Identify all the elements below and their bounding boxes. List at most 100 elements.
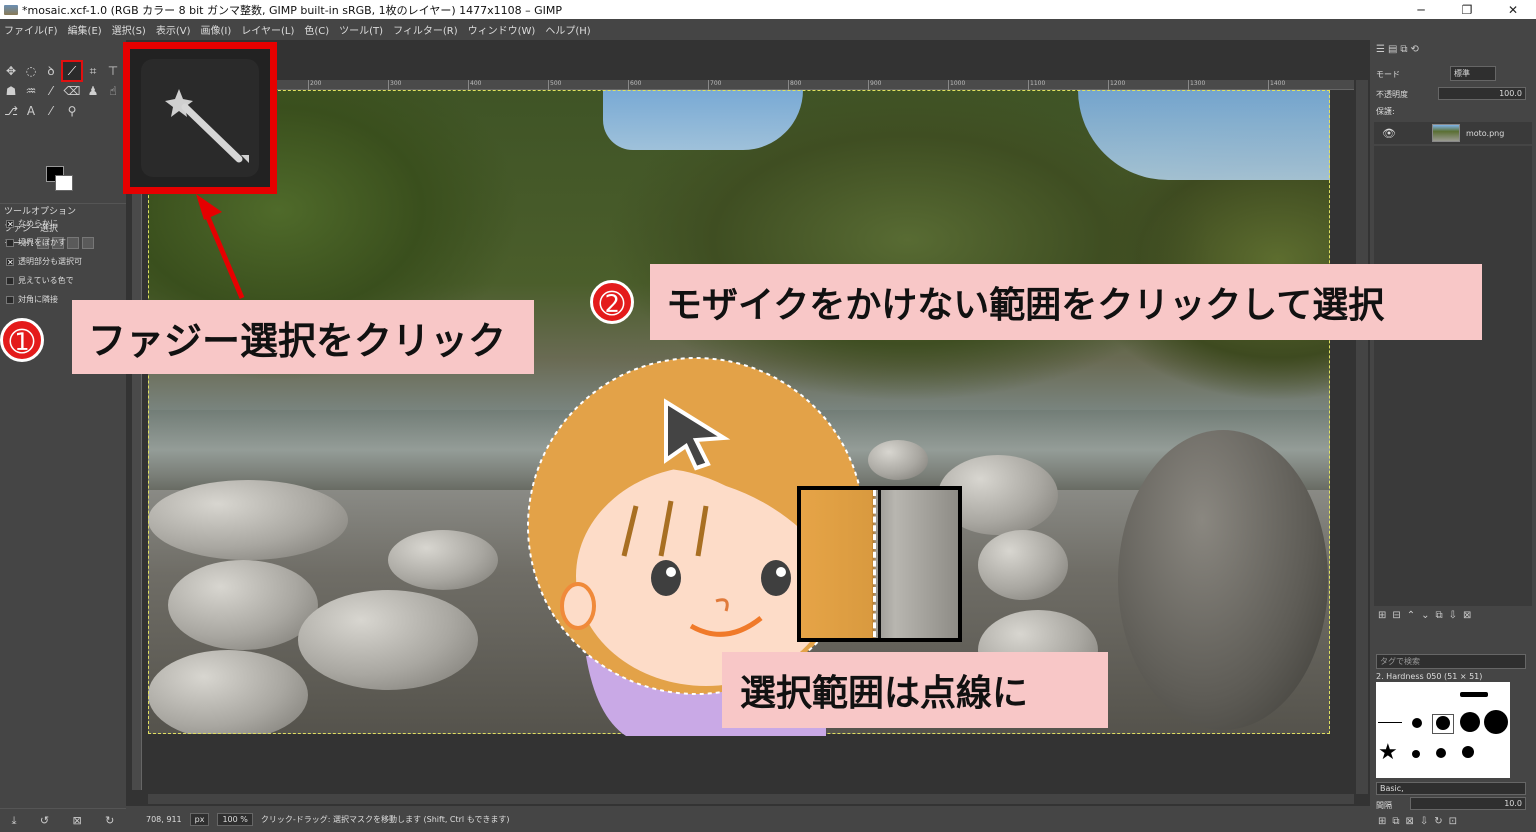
select-transparent-checkbox[interactable]: ✕ xyxy=(6,257,14,266)
menu-tools[interactable]: ツール(T) xyxy=(339,22,383,37)
brush-tag-search[interactable]: タグで検索 xyxy=(1376,654,1526,669)
menu-select[interactable]: 選択(S) xyxy=(112,22,146,37)
menu-edit[interactable]: 編集(E) xyxy=(68,22,102,37)
eraser-tool-icon[interactable]: ⌫ xyxy=(63,82,81,100)
brush-item[interactable] xyxy=(1460,712,1480,732)
brush-actions[interactable]: ⊞⧉⊠⇩↻⊡ xyxy=(1378,816,1463,827)
restore-options-icon[interactable]: ↺ xyxy=(40,814,49,827)
zoom-select[interactable]: 100 % xyxy=(217,812,253,826)
toolbox-panel: ✥ ◌ ꝺ ⟋ ⌗ ⊤ ☗ ♒ ⁄ ⌫ ♟ ☝ ⎇ A ⁄ ⚲ ツールオプション… xyxy=(0,40,126,832)
color-picker-tool-icon[interactable]: ⁄ xyxy=(42,102,60,120)
star-brush-icon[interactable]: ★ xyxy=(1378,742,1400,764)
menu-image[interactable]: 画像(I) xyxy=(201,22,232,37)
ruler-tick: 900 xyxy=(868,80,881,90)
option-diagonal[interactable]: 対角に隣接 xyxy=(6,294,58,305)
toolbox-bottom-bar: ⤓ ↺ ⊠ ↻ xyxy=(0,808,126,832)
brush-item[interactable] xyxy=(1484,710,1508,734)
ruler-tick: 1300 xyxy=(1188,80,1205,90)
option-antialias[interactable]: ✕ なめらかに xyxy=(6,218,58,229)
rock xyxy=(388,530,498,590)
paintbrush-tool-icon[interactable]: ⁄ xyxy=(42,82,60,100)
mode-subtract-button[interactable] xyxy=(67,236,80,249)
brush-item[interactable] xyxy=(1460,692,1488,697)
reset-options-icon[interactable]: ↻ xyxy=(105,814,114,827)
menu-colors[interactable]: 色(C) xyxy=(304,22,329,37)
sample-merged-label: 見えている色で xyxy=(18,276,74,285)
brush-preset-select[interactable]: Basic, xyxy=(1376,782,1526,795)
menu-layer[interactable]: レイヤー(L) xyxy=(241,22,294,37)
rock xyxy=(1118,430,1328,730)
brush-item[interactable] xyxy=(1436,748,1446,758)
fuzzy-select-large-icon xyxy=(141,59,259,177)
bucket-fill-tool-icon[interactable]: ♒ xyxy=(22,82,40,100)
save-options-icon[interactable]: ⤓ xyxy=(12,814,17,828)
brush-item[interactable] xyxy=(1412,718,1422,728)
brush-item[interactable] xyxy=(1462,746,1474,758)
right-dock: ☰▤⧉⟲ モード 標準 不透明度 100.0 保護: 👁 moto.png ⊞⊟… xyxy=(1370,40,1536,832)
unit-select[interactable]: px xyxy=(189,812,210,826)
horizontal-scrollbar[interactable] xyxy=(148,794,1354,804)
ruler-tick: 400 xyxy=(468,80,481,90)
menu-view[interactable]: 表示(V) xyxy=(156,22,191,37)
opacity-field[interactable]: 100.0 xyxy=(1438,87,1526,100)
menu-windows[interactable]: ウィンドウ(W) xyxy=(468,22,536,37)
menu-help[interactable]: ヘルプ(H) xyxy=(545,22,590,37)
feather-checkbox[interactable] xyxy=(6,238,14,247)
step-1-badge: ➀ xyxy=(0,318,44,362)
layer-list-area[interactable] xyxy=(1374,146,1532,606)
layer-mode-select[interactable]: 標準 xyxy=(1450,66,1496,81)
vertical-ruler xyxy=(132,90,142,790)
ruler-tick: 1200 xyxy=(1108,80,1125,90)
note-label: 選択範囲は点線に xyxy=(722,652,1108,728)
option-sample-merged[interactable]: 見えている色で xyxy=(6,275,74,286)
background-color[interactable] xyxy=(55,175,73,191)
window-titlebar: *mosaic.xcf-1.0 (RGB カラー 8 bit ガンマ整数, GI… xyxy=(0,0,1536,19)
move-tool-icon[interactable]: ✥ xyxy=(2,62,20,80)
lock-label: 保護: xyxy=(1376,107,1395,116)
delete-options-icon[interactable]: ⊠ xyxy=(72,814,81,827)
minimize-button[interactable]: ─ xyxy=(1398,3,1444,17)
fuzzy-select-tool-icon[interactable]: ⟋ xyxy=(61,60,83,82)
lasso-tool-icon[interactable]: ꝺ xyxy=(42,62,60,80)
rock xyxy=(168,560,318,650)
menu-file[interactable]: ファイル(F) xyxy=(4,22,58,37)
sample-merged-checkbox[interactable] xyxy=(6,276,14,285)
rect-select-tool-icon[interactable]: ◌ xyxy=(22,62,40,80)
eye-icon[interactable]: 👁 xyxy=(1382,127,1396,140)
tab-tool-options[interactable]: ツールオプション xyxy=(0,203,126,219)
clone-tool-icon[interactable]: ♟ xyxy=(84,82,102,100)
brush-item[interactable] xyxy=(1412,750,1420,758)
menu-bar: ファイル(F) 編集(E) 選択(S) 表示(V) 画像(I) レイヤー(L) … xyxy=(0,19,1536,40)
zoom-tool-icon[interactable]: ⚲ xyxy=(63,102,81,120)
diagonal-checkbox[interactable] xyxy=(6,295,14,304)
opacity-label: 不透明度 xyxy=(1376,90,1408,99)
rock xyxy=(978,530,1068,600)
close-button[interactable]: ✕ xyxy=(1490,3,1536,17)
option-feather[interactable]: 境界をぼかす xyxy=(6,237,66,248)
layer-name: moto.png xyxy=(1465,128,1505,138)
crop-tool-icon[interactable]: ⌗ xyxy=(84,62,102,80)
smudge-tool-icon[interactable]: ☝ xyxy=(104,82,122,100)
antialias-checkbox[interactable]: ✕ xyxy=(6,219,14,228)
text-tool-icon[interactable]: A xyxy=(22,102,40,120)
transform-tool-icon[interactable]: ⊤ xyxy=(104,62,122,80)
ruler-tick: 700 xyxy=(708,80,721,90)
brush-item[interactable] xyxy=(1378,722,1402,723)
mode-intersect-button[interactable] xyxy=(82,236,95,249)
warp-tool-icon[interactable]: ☗ xyxy=(2,82,20,100)
spacing-label: 間隔 xyxy=(1376,801,1392,810)
layer-item[interactable]: 👁 moto.png xyxy=(1374,122,1532,144)
dock-tabs[interactable]: ☰▤⧉⟲ xyxy=(1376,44,1422,55)
menu-filters[interactable]: フィルター(R) xyxy=(393,22,458,37)
layer-mode-label: モード xyxy=(1376,70,1400,79)
paths-tool-icon[interactable]: ⎇ xyxy=(2,102,20,120)
ruler-tick: 600 xyxy=(628,80,641,90)
maximize-button[interactable]: ❐ xyxy=(1444,3,1490,17)
layer-actions[interactable]: ⊞⊟⌃⌄⧉⇩⊠ xyxy=(1378,610,1477,621)
window-title: *mosaic.xcf-1.0 (RGB カラー 8 bit ガンマ整数, GI… xyxy=(22,3,562,17)
option-select-transparent[interactable]: ✕ 透明部分も選択可 xyxy=(6,256,82,267)
vertical-scrollbar[interactable] xyxy=(1356,80,1368,794)
spacing-field[interactable]: 10.0 xyxy=(1410,797,1526,810)
color-swatches[interactable] xyxy=(46,166,80,196)
brush-grid[interactable]: ★ xyxy=(1376,682,1510,778)
